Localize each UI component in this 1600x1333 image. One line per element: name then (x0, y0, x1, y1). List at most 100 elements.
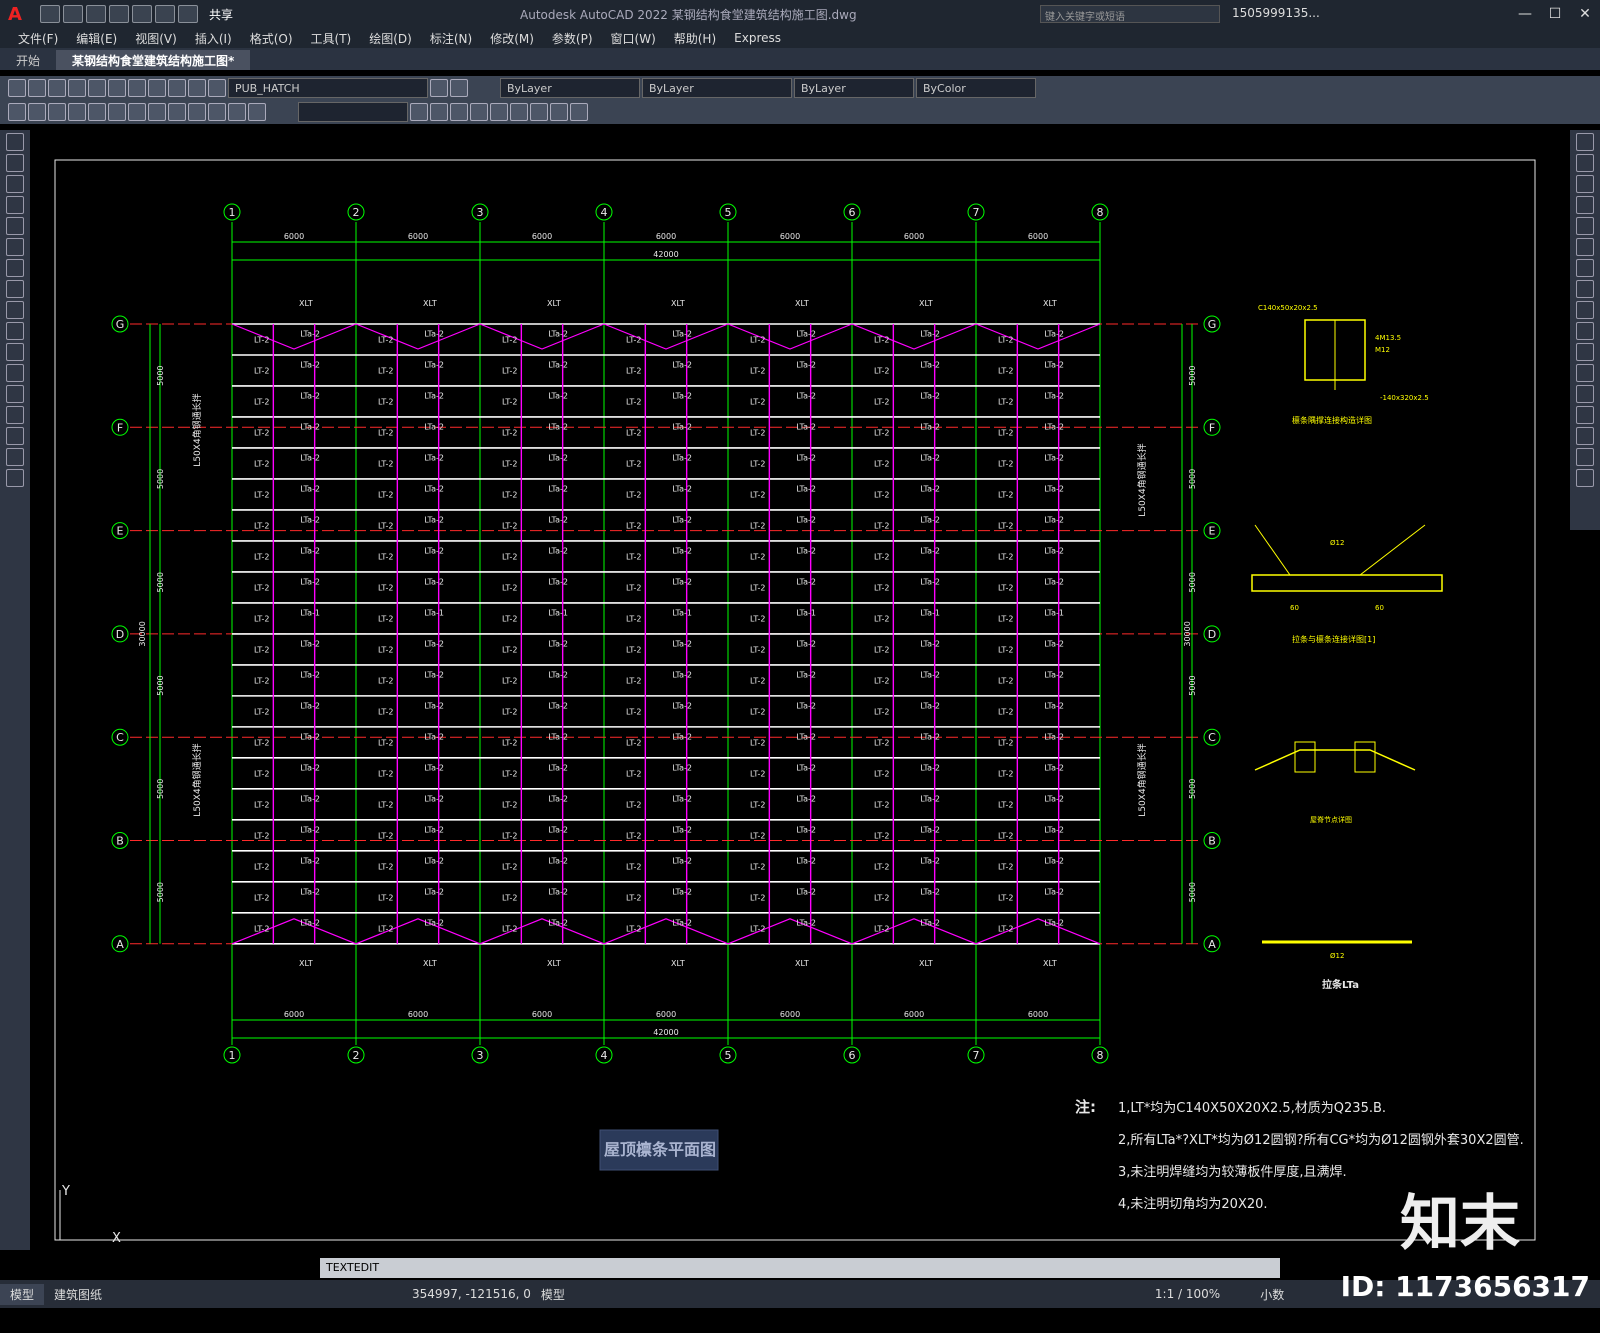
dimstyle-dropdown[interactable] (298, 102, 408, 122)
ellipse-icon[interactable] (6, 301, 24, 319)
arc-dim-icon[interactable] (48, 103, 66, 121)
open-icon[interactable] (28, 79, 46, 97)
move-object-icon[interactable] (1576, 238, 1594, 256)
continue-dim-icon[interactable] (188, 103, 206, 121)
lineweight-dropdown[interactable]: ByLayer (794, 78, 914, 98)
menu-edit[interactable]: 编辑(E) (76, 30, 117, 47)
scale-object-icon[interactable] (1576, 280, 1594, 298)
rectangle-icon[interactable] (6, 196, 24, 214)
menu-insert[interactable]: 插入(I) (195, 30, 232, 47)
saveas-icon[interactable] (109, 5, 129, 23)
help-icon[interactable] (208, 79, 226, 97)
explode-object-icon[interactable] (1576, 469, 1594, 487)
properties-icon[interactable] (188, 79, 206, 97)
chamfer-object-icon[interactable] (1576, 406, 1594, 424)
minimize-icon[interactable]: — (1510, 0, 1540, 28)
save-icon[interactable] (48, 79, 66, 97)
undo-icon[interactable] (155, 5, 175, 23)
plotstyle-dropdown[interactable]: ByColor (916, 78, 1036, 98)
linetype-dropdown[interactable]: ByLayer (642, 78, 792, 98)
tab-model[interactable]: 模型 (0, 1283, 45, 1305)
plot-icon[interactable] (132, 5, 152, 23)
arc-icon[interactable] (6, 217, 24, 235)
model-space-toggle[interactable]: 模型 (531, 1284, 575, 1305)
dim-edit-icon[interactable] (248, 103, 266, 121)
trim-icon[interactable] (490, 103, 508, 121)
new-icon[interactable] (40, 5, 60, 23)
cut-icon[interactable] (88, 79, 106, 97)
join-icon[interactable] (1576, 385, 1594, 403)
save-icon[interactable] (86, 5, 106, 23)
menu-dimension[interactable]: 标注(N) (430, 30, 472, 47)
aligned-dim-icon[interactable] (28, 103, 46, 121)
modify-icon[interactable] (410, 103, 428, 121)
rotate-object-icon[interactable] (1576, 259, 1594, 277)
diameter-dim-icon[interactable] (108, 103, 126, 121)
fillet-object-icon[interactable] (1576, 427, 1594, 445)
spline-icon[interactable] (6, 280, 24, 298)
menu-tools[interactable]: 工具(T) (311, 30, 352, 47)
layer-prev-icon[interactable] (450, 79, 468, 97)
annotation-scale[interactable]: 1:1 / 100% (1155, 1287, 1220, 1301)
mirror-icon[interactable] (1576, 175, 1594, 193)
fillet-icon[interactable] (530, 103, 548, 121)
linear-dim-icon[interactable] (8, 103, 26, 121)
ordinate-dim-icon[interactable] (68, 103, 86, 121)
blend-icon[interactable] (1576, 448, 1594, 466)
copy-icon[interactable] (108, 79, 126, 97)
line-icon[interactable] (6, 133, 24, 151)
menu-express[interactable]: Express (734, 31, 781, 45)
open-icon[interactable] (63, 5, 83, 23)
autocad-logo-icon[interactable]: A (0, 0, 30, 28)
array-icon[interactable] (1576, 217, 1594, 235)
close-icon[interactable]: ✕ (1570, 0, 1600, 28)
new-icon[interactable] (8, 79, 26, 97)
menu-file[interactable]: 文件(F) (18, 30, 58, 47)
region-icon[interactable] (6, 406, 24, 424)
move-icon[interactable] (430, 103, 448, 121)
insert-block-icon[interactable] (6, 322, 24, 340)
share-button[interactable]: 共享 (209, 6, 233, 23)
layer-dropdown[interactable]: PUB_HATCH (228, 78, 428, 98)
tab-layout[interactable]: 建筑图纸 (44, 1284, 112, 1305)
menu-window[interactable]: 窗口(W) (611, 30, 656, 47)
rotate-icon[interactable] (450, 103, 468, 121)
hatch-icon[interactable] (6, 364, 24, 382)
extend-object-icon[interactable] (1576, 343, 1594, 361)
break-icon[interactable] (1576, 364, 1594, 382)
pan-icon[interactable] (148, 79, 166, 97)
search-input[interactable]: 键入关键字或短语 (1040, 5, 1220, 23)
menu-draw[interactable]: 绘图(D) (369, 30, 412, 47)
erase-icon[interactable] (1576, 133, 1594, 151)
angular-dim-icon[interactable] (128, 103, 146, 121)
center-mark-icon[interactable] (228, 103, 246, 121)
maximize-icon[interactable]: ☐ (1540, 0, 1570, 28)
menu-modify[interactable]: 修改(M) (490, 30, 534, 47)
quick-dim-icon[interactable] (148, 103, 166, 121)
polyline-icon[interactable] (6, 154, 24, 172)
layer-state-icon[interactable] (430, 79, 448, 97)
point-icon[interactable] (6, 343, 24, 361)
offset-icon[interactable] (1576, 196, 1594, 214)
chamfer-icon[interactable] (550, 103, 568, 121)
menu-help[interactable]: 帮助(H) (674, 30, 716, 47)
user-account[interactable]: 1505999135... (1232, 6, 1320, 20)
copy-object-icon[interactable] (1576, 154, 1594, 172)
scale-icon[interactable] (470, 103, 488, 121)
units-readout[interactable]: 小数 (1260, 1286, 1284, 1303)
color-dropdown[interactable]: ByLayer (500, 78, 640, 98)
print-icon[interactable] (68, 79, 86, 97)
stretch-icon[interactable] (1576, 301, 1594, 319)
command-line[interactable]: TEXTEDIT (320, 1258, 1280, 1278)
table-icon[interactable] (6, 427, 24, 445)
drawing-canvas[interactable]: 1 1 2 2 3 3 4 4 5 5 6 6 7 7 8 8 G G F F E E D D C C B B A A 6000 6000 60… (30, 130, 1570, 1250)
circle-icon[interactable] (6, 238, 24, 256)
menu-format[interactable]: 格式(O) (250, 30, 293, 47)
revcloud-icon[interactable] (6, 259, 24, 277)
radius-dim-icon[interactable] (88, 103, 106, 121)
mtext-icon[interactable] (6, 448, 24, 466)
add-selected-icon[interactable] (6, 469, 24, 487)
menu-parametric[interactable]: 参数(P) (552, 30, 593, 47)
baseline-dim-icon[interactable] (168, 103, 186, 121)
redo-icon[interactable] (178, 5, 198, 23)
